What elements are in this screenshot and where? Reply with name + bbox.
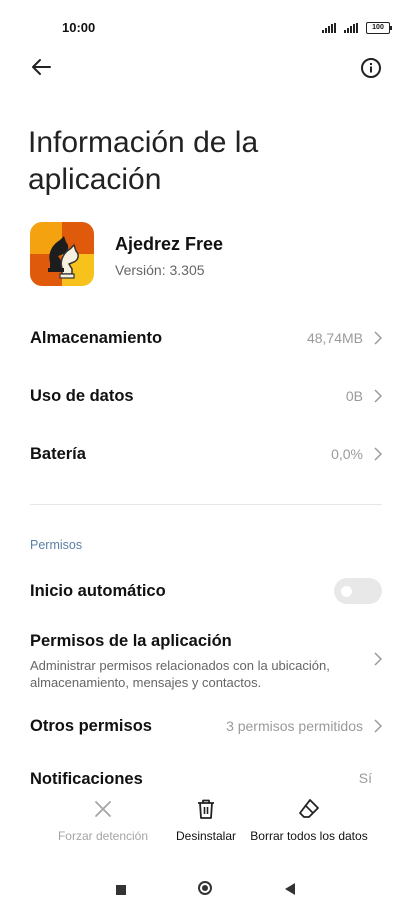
battery-row[interactable]: Batería 0,0% <box>30 434 382 474</box>
notifications-value: Sí <box>358 770 372 784</box>
top-app-bar <box>0 54 412 84</box>
storage-value: 48,74MB <box>306 330 363 346</box>
app-version: Versión: 3.305 <box>115 262 205 278</box>
info-circle-icon[interactable] <box>360 57 382 79</box>
uninstall-label: Desinstalar <box>175 829 237 843</box>
chevron-right-icon <box>374 719 382 733</box>
back-triangle-icon[interactable] <box>285 883 295 895</box>
force-stop-label: Forzar detención <box>57 829 149 843</box>
notifications-row[interactable]: Notificaciones Sí <box>30 770 382 784</box>
signal-icon <box>344 23 358 33</box>
data-usage-label: Uso de datos <box>30 386 134 405</box>
bottom-action-bar: Forzar detención Desinstalar Borrar todo… <box>0 786 412 866</box>
chevron-right-icon <box>374 331 382 345</box>
divider <box>30 504 382 505</box>
battery-value: 0,0% <box>331 446 363 462</box>
other-permissions-row[interactable]: Otros permisos 3 permisos permitidos <box>30 706 382 746</box>
app-name: Ajedrez Free <box>115 234 224 254</box>
autostart-label: Inicio automático <box>30 581 166 600</box>
permissions-section-header: Permisos <box>30 538 83 552</box>
app-header: Ajedrez Free Versión: 3.305 <box>30 222 390 292</box>
system-navigation-bar <box>0 867 412 915</box>
app-icon <box>30 222 94 286</box>
battery-label: Batería <box>30 444 86 463</box>
arrow-left-icon[interactable] <box>28 54 54 80</box>
notifications-label: Notificaciones <box>30 770 143 784</box>
storage-row[interactable]: Almacenamiento 48,74MB <box>30 318 382 358</box>
close-x-icon <box>95 801 111 817</box>
autostart-toggle[interactable] <box>334 578 382 604</box>
chevron-right-icon <box>374 447 382 461</box>
storage-label: Almacenamiento <box>30 328 163 347</box>
recents-icon[interactable] <box>116 885 126 895</box>
app-permissions-label: Permisos de la aplicación <box>30 632 232 650</box>
battery-icon: 100 <box>366 22 392 34</box>
page-title: Información de la aplicación <box>28 126 259 197</box>
chevron-right-icon <box>374 652 382 666</box>
trash-icon <box>198 799 214 819</box>
data-usage-row[interactable]: Uso de datos 0B <box>30 376 382 416</box>
status-icons: 100 <box>322 22 392 34</box>
other-permissions-label: Otros permisos <box>30 716 152 735</box>
autostart-row[interactable]: Inicio automático <box>30 571 382 611</box>
home-icon[interactable] <box>198 881 212 895</box>
status-bar: 10:00 100 <box>0 0 412 56</box>
clear-data-button[interactable]: Borrar todos los datos <box>244 798 374 844</box>
app-permissions-row[interactable]: Permisos de la aplicación Administrar pe… <box>30 632 382 692</box>
signal-icon <box>322 23 336 33</box>
app-permissions-description: Administrar permisos relacionados con la… <box>30 658 330 690</box>
clear-data-label: Borrar todos los datos <box>250 829 368 843</box>
chevron-right-icon <box>374 389 382 403</box>
eraser-icon <box>299 799 319 818</box>
status-time: 10:00 <box>62 20 96 35</box>
data-usage-value: 0B <box>345 388 363 404</box>
other-permissions-value: 3 permisos permitidos <box>226 718 363 734</box>
